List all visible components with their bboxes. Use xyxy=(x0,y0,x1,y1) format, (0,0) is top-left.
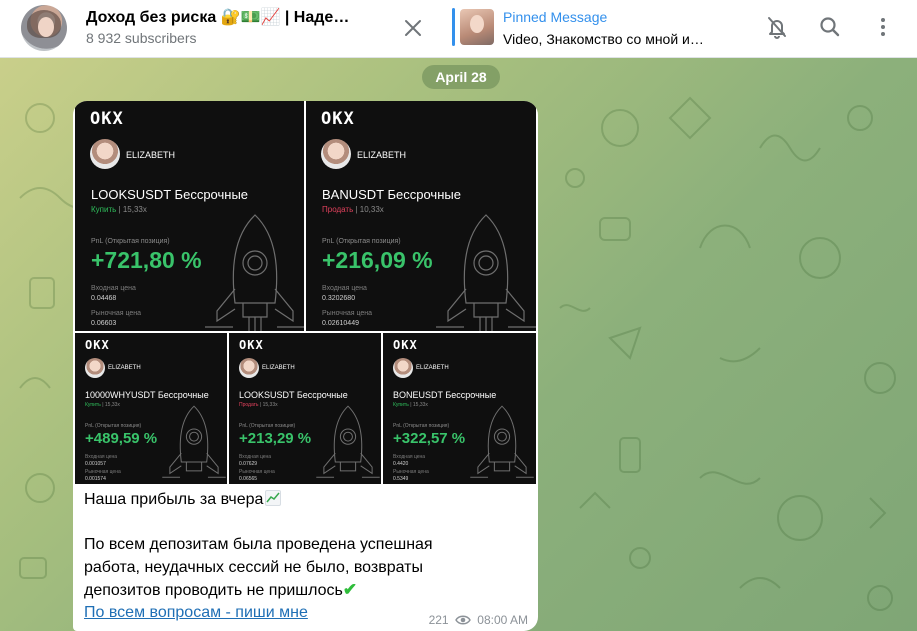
message-bubble[interactable]: OKX ELIZABETH LOOKSUSDT Бессрочные Купит… xyxy=(73,101,538,631)
entry-price-label: Входная цена xyxy=(85,454,118,460)
close-icon[interactable] xyxy=(402,17,424,39)
date-separator: April 28 xyxy=(422,65,500,89)
trading-pair: BANUSDT Бессрочные xyxy=(322,187,461,202)
okx-logo: OKX xyxy=(85,338,110,352)
trader-name: ELIZABETH xyxy=(126,150,176,160)
chart-increasing-icon xyxy=(265,490,282,506)
trade-screenshot[interactable]: OKX ELIZABETH LOOKSUSDT Бессрочные Прода… xyxy=(229,333,381,484)
pnl-label: PnL (Открытая позиция) xyxy=(239,423,296,429)
okx-logo: OKX xyxy=(239,338,264,352)
more-vertical-icon[interactable] xyxy=(870,14,896,40)
trader-name: ELIZABETH xyxy=(262,365,295,371)
photo-album[interactable]: OKX ELIZABETH LOOKSUSDT Бессрочные Купит… xyxy=(75,101,536,484)
market-price: 0.06565 xyxy=(239,476,258,482)
entry-price: 0.3202680 xyxy=(322,295,356,302)
position-side: Купить | 15,33x xyxy=(91,205,147,214)
pinned-thumbnail[interactable] xyxy=(460,9,494,45)
okx-logo: OKX xyxy=(90,109,124,129)
trade-screenshot[interactable]: OKX ELIZABETH LOOKSUSDT Бессрочные Купит… xyxy=(75,101,304,331)
position-side: Продать | 10,33x xyxy=(322,205,384,214)
pnl-value: +213,29 % xyxy=(239,430,312,447)
position-side: Продать | 15,33x xyxy=(239,402,278,408)
pnl-value: +721,80 % xyxy=(91,247,202,273)
avatar xyxy=(393,358,413,378)
eye-icon xyxy=(455,615,471,625)
rocket-icon xyxy=(436,214,536,331)
pnl-label: PnL (Открытая позиция) xyxy=(91,238,170,245)
subscriber-count: 8 932 subscribers xyxy=(86,30,197,46)
pnl-value: +489,59 % xyxy=(85,430,158,447)
market-price: 0.5349 xyxy=(393,476,409,482)
trade-screenshot[interactable]: OKX ELIZABETH 10000WHYUSDT Бессрочные Ку… xyxy=(75,333,227,484)
entry-price-label: Входная цена xyxy=(322,285,367,292)
trading-pair: 10000WHYUSDT Бессрочные xyxy=(85,390,209,400)
pnl-label: PnL (Открытая позиция) xyxy=(322,238,401,245)
rocket-icon xyxy=(162,405,226,478)
trading-pair: BONEUSDT Бессрочные xyxy=(393,390,497,400)
rocket-icon xyxy=(316,405,380,478)
entry-price-label: Входная цена xyxy=(91,285,136,292)
pinned-message-label[interactable]: Pinned Message xyxy=(503,9,607,25)
message-line: По всем депозитам была проведена успешна… xyxy=(84,536,433,553)
search-icon[interactable] xyxy=(817,14,843,40)
message-line: работа, неудачных сессий не было, возвра… xyxy=(84,558,423,576)
message-text: Наша прибыль за вчера По всем депозитам … xyxy=(84,489,484,603)
market-price: 0.02610449 xyxy=(322,320,359,327)
rocket-icon xyxy=(470,405,534,478)
avatar xyxy=(85,358,105,378)
trade-screenshot[interactable]: OKX ELIZABETH BANUSDT Бессрочные Продать… xyxy=(306,101,536,331)
check-mark-icon: ✔ xyxy=(342,580,358,599)
rocket-icon xyxy=(205,214,304,331)
entry-price: 0.001057 xyxy=(85,461,106,467)
channel-avatar[interactable] xyxy=(21,5,67,51)
avatar xyxy=(321,139,351,169)
chat-header: Доход без риска 🔐💵📈 | Наде… 8 932 subscr… xyxy=(0,0,917,58)
pinned-message-text[interactable]: Video, Знакомство со мной и… xyxy=(503,31,725,47)
okx-logo: OKX xyxy=(393,338,418,352)
trading-pair: LOOKSUSDT Бессрочные xyxy=(91,187,249,202)
contact-link[interactable]: По всем вопросам - пиши мне xyxy=(84,604,308,622)
market-price-label: Рыночная цена xyxy=(322,310,373,317)
market-price-label: Рыночная цена xyxy=(239,469,275,475)
entry-price-label: Входная цена xyxy=(239,454,272,460)
trader-name: ELIZABETH xyxy=(357,150,407,160)
message-line: Наша прибыль за вчера xyxy=(84,491,264,508)
pnl-value: +322,57 % xyxy=(393,430,466,447)
market-price: 0.06603 xyxy=(91,320,117,327)
position-side: Купить | 15,33x xyxy=(393,402,428,408)
trade-screenshot[interactable]: OKX ELIZABETH BONEUSDT Бессрочные Купить… xyxy=(383,333,536,484)
trader-name: ELIZABETH xyxy=(108,365,141,371)
view-count: 221 xyxy=(428,613,449,627)
trading-pair: LOOKSUSDT Бессрочные xyxy=(239,390,348,400)
entry-price: 0.4420 xyxy=(393,461,409,467)
avatar xyxy=(90,139,120,169)
market-price-label: Рыночная цена xyxy=(85,469,121,475)
pnl-value: +216,09 % xyxy=(322,247,433,273)
market-price-label: Рыночная цена xyxy=(91,310,142,317)
market-price-label: Рыночная цена xyxy=(393,469,429,475)
avatar xyxy=(239,358,259,378)
message-time: 08:00 AM xyxy=(477,613,528,627)
okx-logo: OKX xyxy=(321,109,355,129)
entry-price-label: Входная цена xyxy=(393,454,426,460)
message-line: депозитов проводить не пришлось xyxy=(84,582,343,599)
position-side: Купить | 15,33x xyxy=(85,402,120,408)
bell-muted-icon[interactable] xyxy=(764,14,790,40)
pnl-label: PnL (Открытая позиция) xyxy=(85,423,142,429)
market-price: 0.001574 xyxy=(85,476,106,482)
channel-title[interactable]: Доход без риска 🔐💵📈 | Наде… xyxy=(86,7,376,27)
trader-name: ELIZABETH xyxy=(416,365,449,371)
entry-price: 0.04468 xyxy=(91,295,117,302)
chat-area[interactable]: April 28 OKX ELIZABETH LOOKSUSDT Бессроч… xyxy=(0,58,917,631)
pnl-label: PnL (Открытая позиция) xyxy=(393,423,450,429)
entry-price: 0.07629 xyxy=(239,461,258,467)
pinned-indicator xyxy=(452,8,455,46)
message-meta: 221 08:00 AM xyxy=(429,613,528,627)
